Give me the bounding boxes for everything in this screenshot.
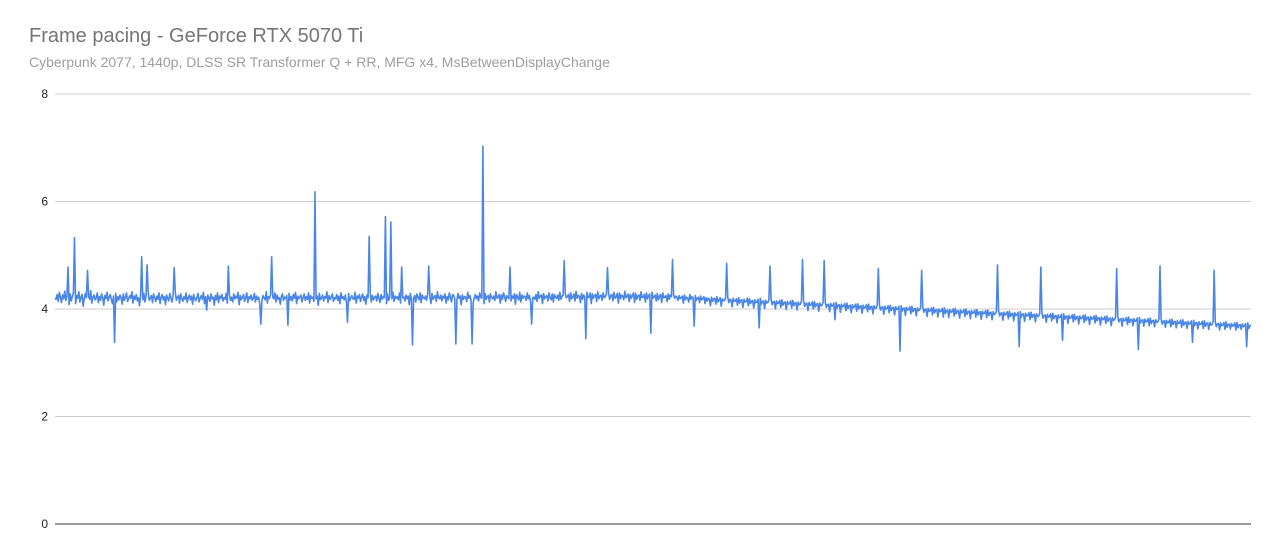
chart-area: 0 2 4 6 8 bbox=[41, 87, 1252, 531]
y-tick-label-8: 8 bbox=[41, 87, 48, 101]
y-tick-label-0: 0 bbox=[41, 517, 48, 531]
gridlines bbox=[55, 93, 1251, 525]
y-axis-ticks: 0 2 4 6 8 bbox=[41, 87, 48, 531]
series-line bbox=[54, 145, 1252, 352]
y-tick-label-2: 2 bbox=[41, 410, 48, 424]
series-layer bbox=[54, 145, 1252, 352]
y-tick-label-6: 6 bbox=[41, 195, 48, 209]
y-tick-label-4: 4 bbox=[41, 302, 48, 316]
